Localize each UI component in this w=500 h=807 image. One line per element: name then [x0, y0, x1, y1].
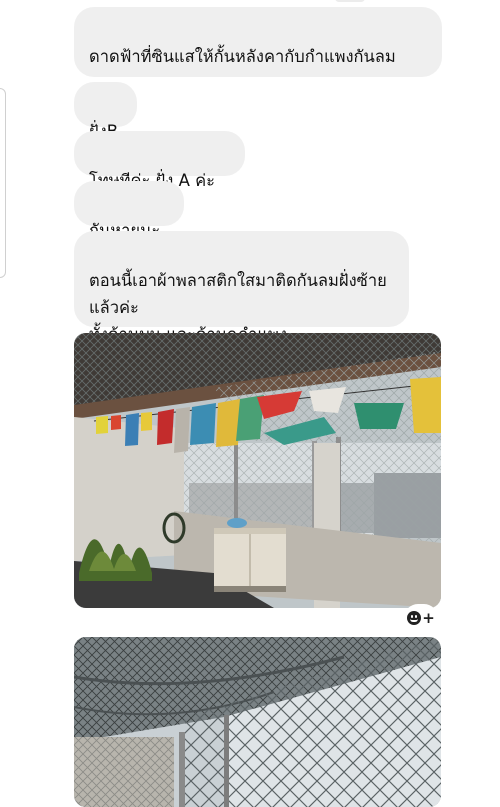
- rooftop-net-photo: [74, 637, 441, 807]
- chat-photo[interactable]: [74, 637, 441, 807]
- message-bubble[interactable]: ตอนนี้เอาผ้าพลาสติกใสมาติดกันลมฝั่งซ้ายแ…: [74, 231, 409, 344]
- side-panel-edge[interactable]: [0, 88, 6, 278]
- previous-message-edge: [335, 0, 365, 2]
- message-bubble[interactable]: ฝั่งB: [74, 82, 137, 141]
- chat-photo[interactable]: [74, 333, 441, 608]
- message-bubble[interactable]: โทษทีค่ะ ฝั่ง A ค่ะ: [74, 131, 245, 190]
- rooftop-photo-with-flags: [74, 333, 441, 608]
- add-reaction-icon: [407, 611, 422, 625]
- message-text: ดาดฟ้าที่ซินแสให้กั้นหลังคากับกำแพงกันลม: [89, 47, 396, 66]
- message-bubble[interactable]: ดาดฟ้าที่ซินแสให้กั้นหลังคากับกำแพงกันลม: [74, 7, 442, 77]
- add-reaction-plus: +: [422, 609, 435, 627]
- message-bubble[interactable]: กันหายนะ: [74, 181, 184, 240]
- add-reaction-button[interactable]: +: [404, 604, 438, 632]
